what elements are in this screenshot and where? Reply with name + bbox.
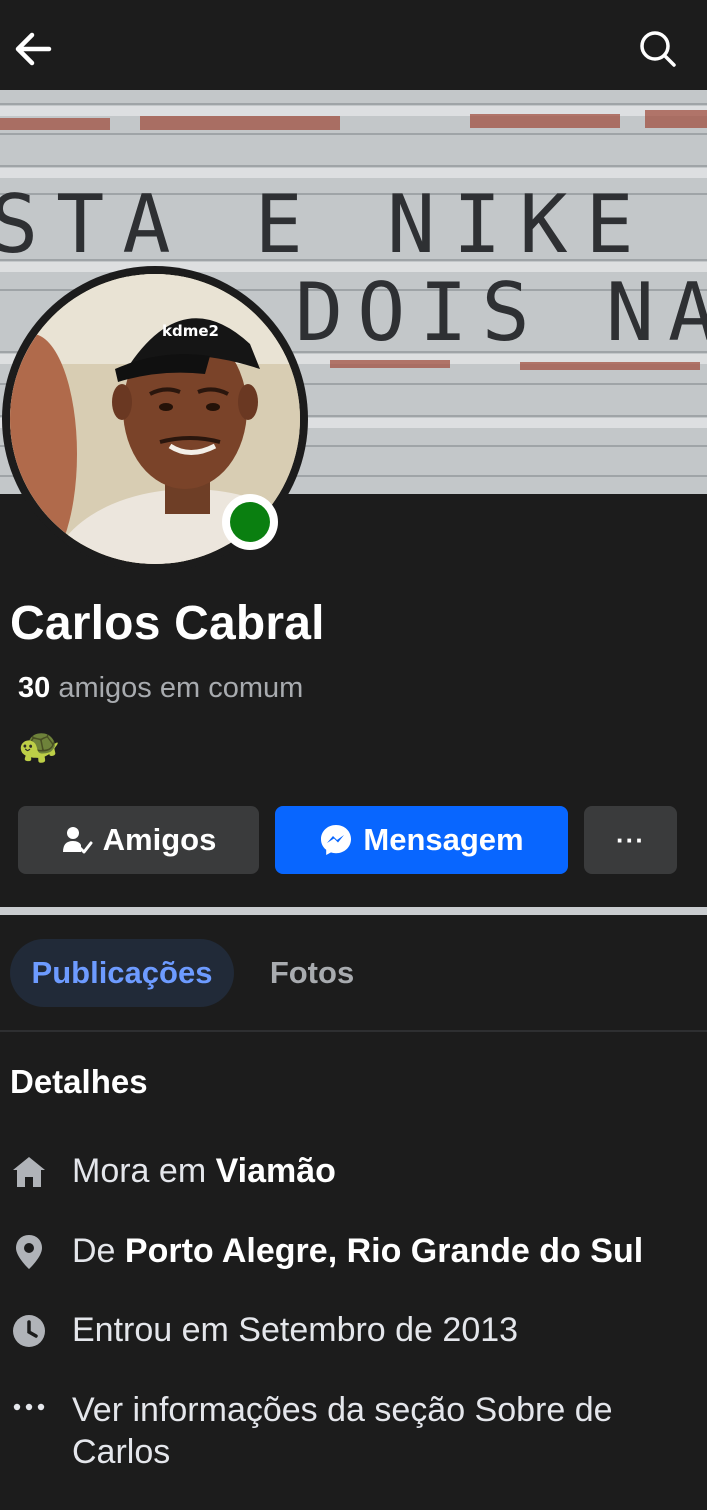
more-icon: ··· <box>616 824 645 855</box>
message-button[interactable]: Mensagem <box>275 806 568 874</box>
friends-button-label: Amigos <box>102 822 217 857</box>
arrow-left-icon <box>15 32 52 66</box>
online-status-icon <box>222 494 278 550</box>
from-place[interactable]: Porto Alegre, Rio Grande do Sul <box>125 1232 643 1270</box>
more-options-button[interactable]: ··· <box>584 806 677 874</box>
mutual-friends-count: 30 <box>18 672 51 704</box>
message-button-label: Mensagem <box>363 822 524 857</box>
messenger-icon <box>319 823 353 857</box>
clock-icon <box>10 1311 48 1351</box>
details-heading: Detalhes <box>10 1063 148 1100</box>
lives-place[interactable]: Viamão <box>216 1152 336 1190</box>
cap-logo-text: kdme2 <box>162 322 219 340</box>
profile-page: STA E NIKE DOIS NA kdme2 Carlos Cabral 3… <box>0 0 707 1510</box>
tabs-divider <box>0 1030 707 1032</box>
detail-from: De Porto Alegre, Rio Grande do Sul <box>10 1232 690 1272</box>
friends-button[interactable]: Amigos <box>18 806 259 874</box>
more-dots-icon <box>10 1389 48 1431</box>
turtle-emoji-icon: 🐢 <box>18 727 61 765</box>
tab-publicacoes[interactable]: Publicações <box>10 939 234 1007</box>
mutual-friends[interactable]: 30 amigos em comum <box>18 672 303 705</box>
location-pin-icon <box>10 1232 48 1272</box>
about-link-text[interactable]: Ver informações da seção Sobre de Carlos <box>72 1389 672 1473</box>
detail-about-link[interactable]: Ver informações da seção Sobre de Carlos <box>10 1389 690 1473</box>
section-divider <box>0 907 707 915</box>
from-prefix: De <box>72 1232 125 1270</box>
profile-name: Carlos Cabral <box>10 597 325 650</box>
search-button[interactable] <box>633 24 683 74</box>
cover-graffiti-text-2: DOIS NA <box>295 266 707 359</box>
home-icon <box>10 1152 48 1192</box>
back-button[interactable] <box>8 24 58 74</box>
friend-check-icon <box>61 824 93 856</box>
cover-graffiti-text: STA E NIKE <box>0 178 652 271</box>
search-icon <box>640 31 676 67</box>
tab-fotos[interactable]: Fotos <box>246 939 378 1007</box>
mutual-friends-label: amigos em comum <box>50 672 304 704</box>
top-bar <box>0 0 707 88</box>
joined-text: Entrou em Setembro de 2013 <box>72 1311 519 1349</box>
lives-prefix: Mora em <box>72 1152 216 1190</box>
detail-joined: Entrou em Setembro de 2013 <box>10 1311 690 1351</box>
detail-lives-in: Mora em Viamão <box>10 1152 690 1192</box>
